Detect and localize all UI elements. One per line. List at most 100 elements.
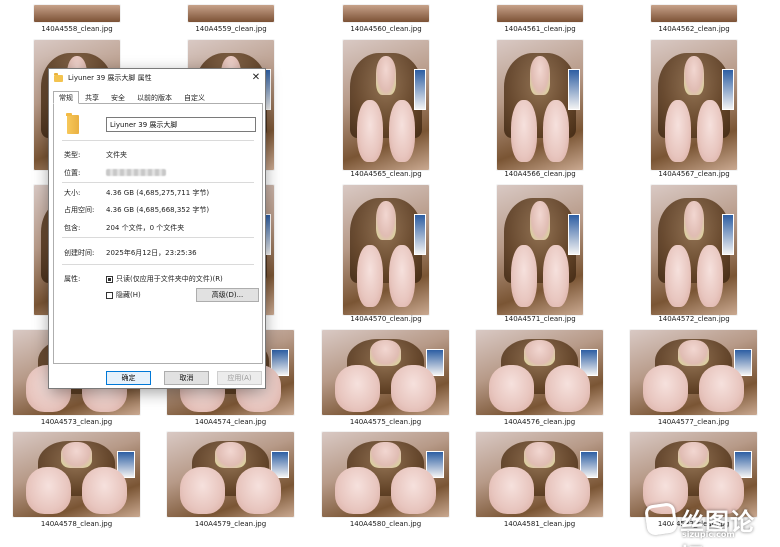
watermark-logo-icon — [644, 502, 678, 536]
dialog-title: Liyuner 39 展示大脚 属性 — [68, 74, 152, 82]
type-label: 类型: — [64, 151, 81, 159]
photo-feet — [664, 99, 724, 163]
photo-figure — [683, 55, 705, 95]
file-name-label[interactable]: 140A4562_clean.jpg — [641, 25, 747, 33]
image-thumbnail[interactable] — [343, 185, 429, 315]
file-name-label[interactable]: 140A4573_clean.jpg — [3, 418, 150, 426]
photo-feet — [510, 99, 570, 163]
photo-foot — [544, 466, 591, 514]
close-icon[interactable]: ✕ — [249, 71, 263, 85]
photo-wallart — [413, 68, 426, 111]
photo-foot — [25, 466, 72, 514]
photo-figure — [61, 442, 92, 468]
file-name-label[interactable]: 140A4576_clean.jpg — [466, 418, 613, 426]
image-thumbnail[interactable] — [343, 40, 429, 170]
file-name-label[interactable]: 140A4567_clean.jpg — [641, 170, 747, 178]
image-thumbnail[interactable] — [343, 5, 429, 22]
apply-button[interactable]: 应用(A) — [217, 371, 262, 385]
file-name-label[interactable]: 140A4574_clean.jpg — [157, 418, 304, 426]
photo-foot — [235, 466, 282, 514]
explorer-window: 140A4558_clean.jpg 140A4559_clean.jpg 140A… — [0, 0, 780, 547]
file-name-label[interactable]: 140A4558_clean.jpg — [24, 25, 130, 33]
file-name-label[interactable]: 140A4572_clean.jpg — [641, 315, 747, 323]
photo-feet — [356, 244, 416, 308]
image-thumbnail[interactable] — [322, 330, 449, 415]
attributes-label: 属性: — [64, 275, 81, 283]
photo-wallart — [721, 68, 734, 111]
file-name-label[interactable]: 140A4571_clean.jpg — [487, 315, 593, 323]
file-name-label[interactable]: 140A4566_clean.jpg — [487, 170, 593, 178]
image-thumbnail[interactable] — [188, 5, 274, 22]
photo-wallart — [567, 68, 580, 111]
image-thumbnail[interactable] — [651, 5, 737, 22]
photo-foot — [510, 244, 538, 308]
file-name-label[interactable]: 140A4565_clean.jpg — [333, 170, 439, 178]
image-thumbnail[interactable] — [476, 432, 603, 517]
location-label: 位置: — [64, 169, 81, 177]
folder-icon — [66, 113, 79, 134]
photo-foot — [356, 99, 384, 163]
tab-general[interactable]: 常规 — [53, 91, 79, 104]
disk-size-value: 4.36 GB (4,685,668,352 字节) — [106, 206, 210, 214]
type-value: 文件夹 — [106, 151, 127, 159]
watermark-text: 丝图论坛 — [680, 508, 755, 547]
dialog-titlebar[interactable]: Liyuner 39 展示大脚 属性 ✕ — [49, 69, 265, 87]
ok-button[interactable]: 确定 — [106, 371, 151, 385]
photo-wallart — [721, 213, 734, 256]
photo-foot — [390, 466, 437, 514]
photo-feet — [488, 364, 591, 412]
checkbox-icon — [106, 275, 113, 283]
photo-foot — [334, 466, 381, 514]
size-label: 大小: — [64, 189, 81, 197]
photo-figure — [370, 340, 401, 366]
image-thumbnail[interactable] — [497, 185, 583, 315]
image-thumbnail[interactable] — [13, 432, 140, 517]
image-thumbnail[interactable] — [497, 5, 583, 22]
file-name-label[interactable]: 140A4561_clean.jpg — [487, 25, 593, 33]
photo-feet — [510, 244, 570, 308]
image-thumbnail[interactable] — [651, 185, 737, 315]
photo-figure — [524, 340, 555, 366]
image-thumbnail[interactable] — [630, 330, 757, 415]
image-thumbnail[interactable] — [497, 40, 583, 170]
photo-figure — [215, 442, 246, 468]
general-panel: 类型: 文件夹 位置: 大小: 4.36 GB (4,685,275,711 字… — [53, 103, 263, 364]
image-thumbnail[interactable] — [167, 432, 294, 517]
hidden-checkbox[interactable]: 隐藏(H) — [106, 290, 141, 300]
image-thumbnail[interactable] — [322, 432, 449, 517]
divider — [62, 264, 254, 265]
image-thumbnail[interactable] — [651, 40, 737, 170]
folder-name-input[interactable] — [106, 117, 256, 132]
file-name-label[interactable]: 140A4578_clean.jpg — [3, 520, 150, 528]
readonly-checkbox[interactable]: 只读(仅应用于文件夹中的文件)(R) — [106, 274, 223, 284]
photo-feet — [642, 364, 745, 412]
photo-figure — [375, 55, 397, 95]
file-name-label[interactable]: 140A4580_clean.jpg — [312, 520, 459, 528]
size-value: 4.36 GB (4,685,275,711 字节) — [106, 189, 210, 197]
file-name-label[interactable]: 140A4581_clean.jpg — [466, 520, 613, 528]
photo-foot — [488, 364, 535, 412]
photo-feet — [334, 364, 437, 412]
divider — [62, 237, 254, 238]
created-value: 2025年6月12日，23:25:36 — [106, 249, 197, 257]
file-name-label[interactable]: 140A4570_clean.jpg — [333, 315, 439, 323]
photo-feet — [356, 99, 416, 163]
file-name-label[interactable]: 140A4579_clean.jpg — [157, 520, 304, 528]
photo-foot — [542, 244, 570, 308]
photo-figure — [375, 200, 397, 240]
file-name-label[interactable]: 140A4559_clean.jpg — [178, 25, 284, 33]
checkbox-icon — [106, 291, 113, 299]
image-thumbnail[interactable] — [34, 5, 120, 22]
image-thumbnail[interactable] — [476, 330, 603, 415]
photo-foot — [664, 99, 692, 163]
file-name-label[interactable]: 140A4575_clean.jpg — [312, 418, 459, 426]
location-value-redacted — [106, 169, 166, 176]
file-name-label[interactable]: 140A4560_clean.jpg — [333, 25, 439, 33]
properties-dialog: Liyuner 39 展示大脚 属性 ✕ 常规 共享 安全 以前的版本 自定义 … — [48, 68, 266, 389]
file-name-label[interactable]: 140A4577_clean.jpg — [620, 418, 767, 426]
photo-foot — [334, 364, 381, 412]
advanced-button[interactable]: 高级(D)... — [196, 288, 259, 302]
photo-figure — [678, 340, 709, 366]
watermark: 丝图论坛 sizupic.com — [644, 500, 776, 547]
cancel-button[interactable]: 取消 — [164, 371, 209, 385]
